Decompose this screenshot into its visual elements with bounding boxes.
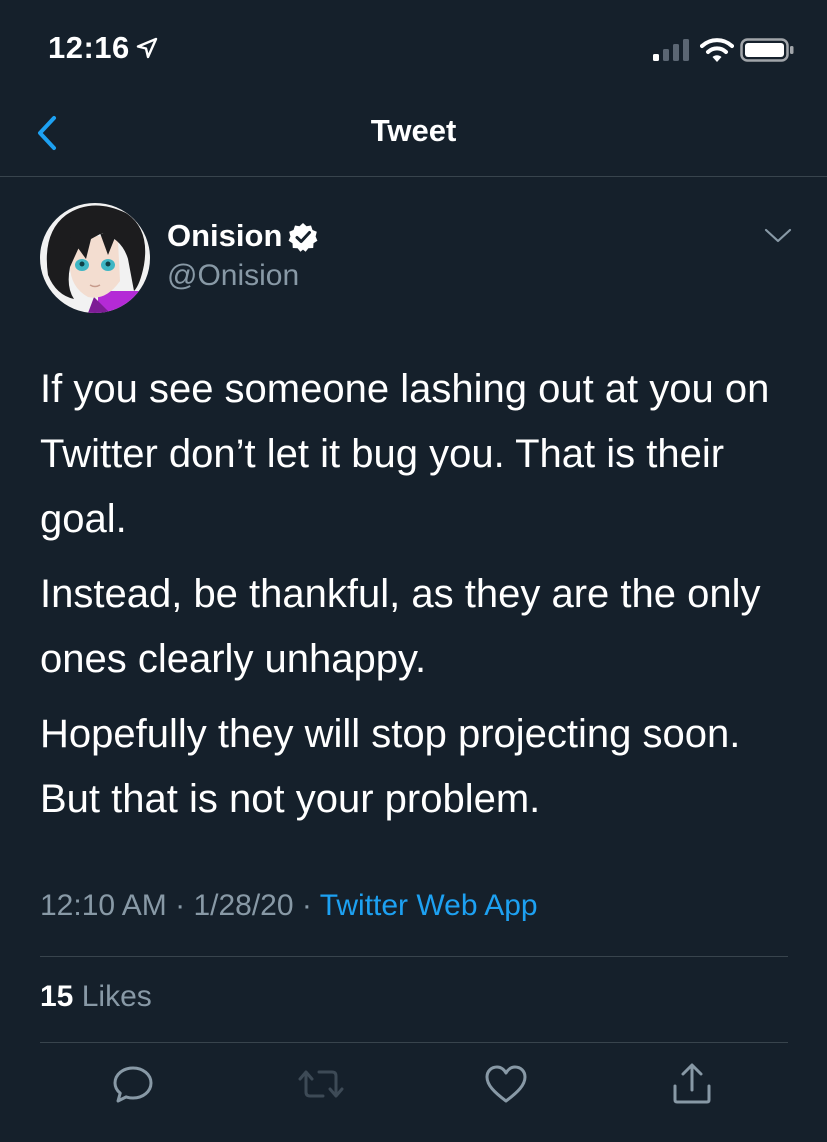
- cellular-signal-icon: [653, 39, 689, 61]
- share-icon: [673, 1063, 711, 1104]
- wifi-icon: [700, 38, 734, 62]
- like-count-value: 15: [40, 980, 74, 1013]
- like-icon: [485, 1065, 527, 1103]
- author-handle[interactable]: @Onision: [167, 259, 299, 293]
- reply-button[interactable]: [109, 1060, 157, 1108]
- tweet-paragraph: Hopefully they will stop projecting soon…: [40, 712, 741, 821]
- retweet-icon: [298, 1070, 344, 1098]
- share-button[interactable]: [668, 1060, 716, 1108]
- location-arrow-icon: [136, 37, 158, 59]
- retweet-button[interactable]: [297, 1060, 345, 1108]
- like-count-label: Likes: [81, 980, 152, 1013]
- page-title: Tweet: [370, 113, 457, 148]
- meta-separator: ·: [175, 889, 186, 922]
- tweet-paragraph: If you see someone lashing out at you on…: [40, 367, 770, 541]
- avatar[interactable]: [40, 203, 150, 313]
- nav-bar: Tweet: [0, 96, 827, 177]
- chevron-down-icon[interactable]: [762, 222, 794, 248]
- tweet-time: 12:10 AM: [40, 889, 167, 922]
- meta-separator: ·: [301, 889, 312, 922]
- status-time: 12:16: [48, 30, 130, 65]
- tweet-date: 1/28/20: [193, 889, 294, 922]
- divider: [40, 1042, 788, 1043]
- verified-badge-icon: [288, 223, 318, 252]
- divider: [40, 956, 788, 957]
- tweet-text: If you see someone lashing out at you on…: [40, 357, 800, 842]
- tweet-paragraph: Instead, be thankful, as they are the on…: [40, 572, 761, 681]
- status-bar: 12:16: [0, 0, 827, 96]
- battery-icon: [740, 38, 794, 62]
- likes-count[interactable]: 15 Likes: [40, 980, 152, 1014]
- tweet-metadata: 12:10 AM · 1/28/20 · Twitter Web App: [40, 889, 538, 923]
- tweet-action-bar: [0, 1060, 827, 1120]
- author-display-name[interactable]: Onision: [167, 218, 282, 254]
- tweet-source-link[interactable]: Twitter Web App: [320, 889, 538, 922]
- like-button[interactable]: [482, 1060, 530, 1108]
- reply-icon: [113, 1066, 153, 1103]
